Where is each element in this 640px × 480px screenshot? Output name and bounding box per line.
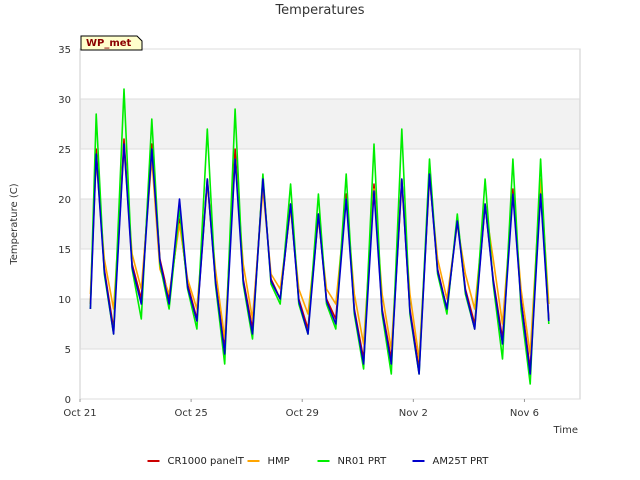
legend-label-cr1000-panelt: CR1000 panelT [168,456,245,467]
x-tick-label: Oct 29 [286,408,319,419]
y-axis-ticks: 0 5 10 15 20 25 30 35 [58,45,71,406]
station-badge-label: WP_met [86,38,132,49]
y-tick-label: 10 [58,295,71,306]
y-tick-label: 15 [58,245,71,256]
x-tick-label: Oct 21 [63,408,96,419]
temperature-chart: 0 5 10 15 20 25 30 35 Oct 21 Oct 25 Oct 29 Nov 2 No… [9,3,581,467]
legend: CR1000 panelT HMP NR01 PRT AM25T PRT [147,456,490,467]
x-axis-ticks: Oct 21 Oct 25 Oct 29 Nov 2 Nov 6 [63,399,539,419]
y-tick-label: 25 [58,145,71,156]
y-tick-label: 20 [58,195,71,206]
grid-band [80,99,580,149]
chart-title: Temperatures [274,3,364,18]
y-tick-label: 35 [58,45,71,56]
legend-label-nr01-prt: NR01 PRT [338,456,388,467]
legend-label-am25t-prt: AM25T PRT [433,456,490,467]
x-tick-label: Oct 25 [175,408,208,419]
legend-label-hmp: HMP [268,456,290,467]
x-axis-title: Time [553,425,578,436]
y-tick-label: 5 [65,345,71,356]
x-tick-label: Nov 6 [510,408,539,419]
y-tick-label: 30 [58,95,71,106]
station-badge: WP_met [80,35,143,51]
x-tick-label: Nov 2 [399,408,428,419]
y-tick-label: 0 [65,395,71,406]
y-axis-title: Temperature (C) [9,183,20,265]
